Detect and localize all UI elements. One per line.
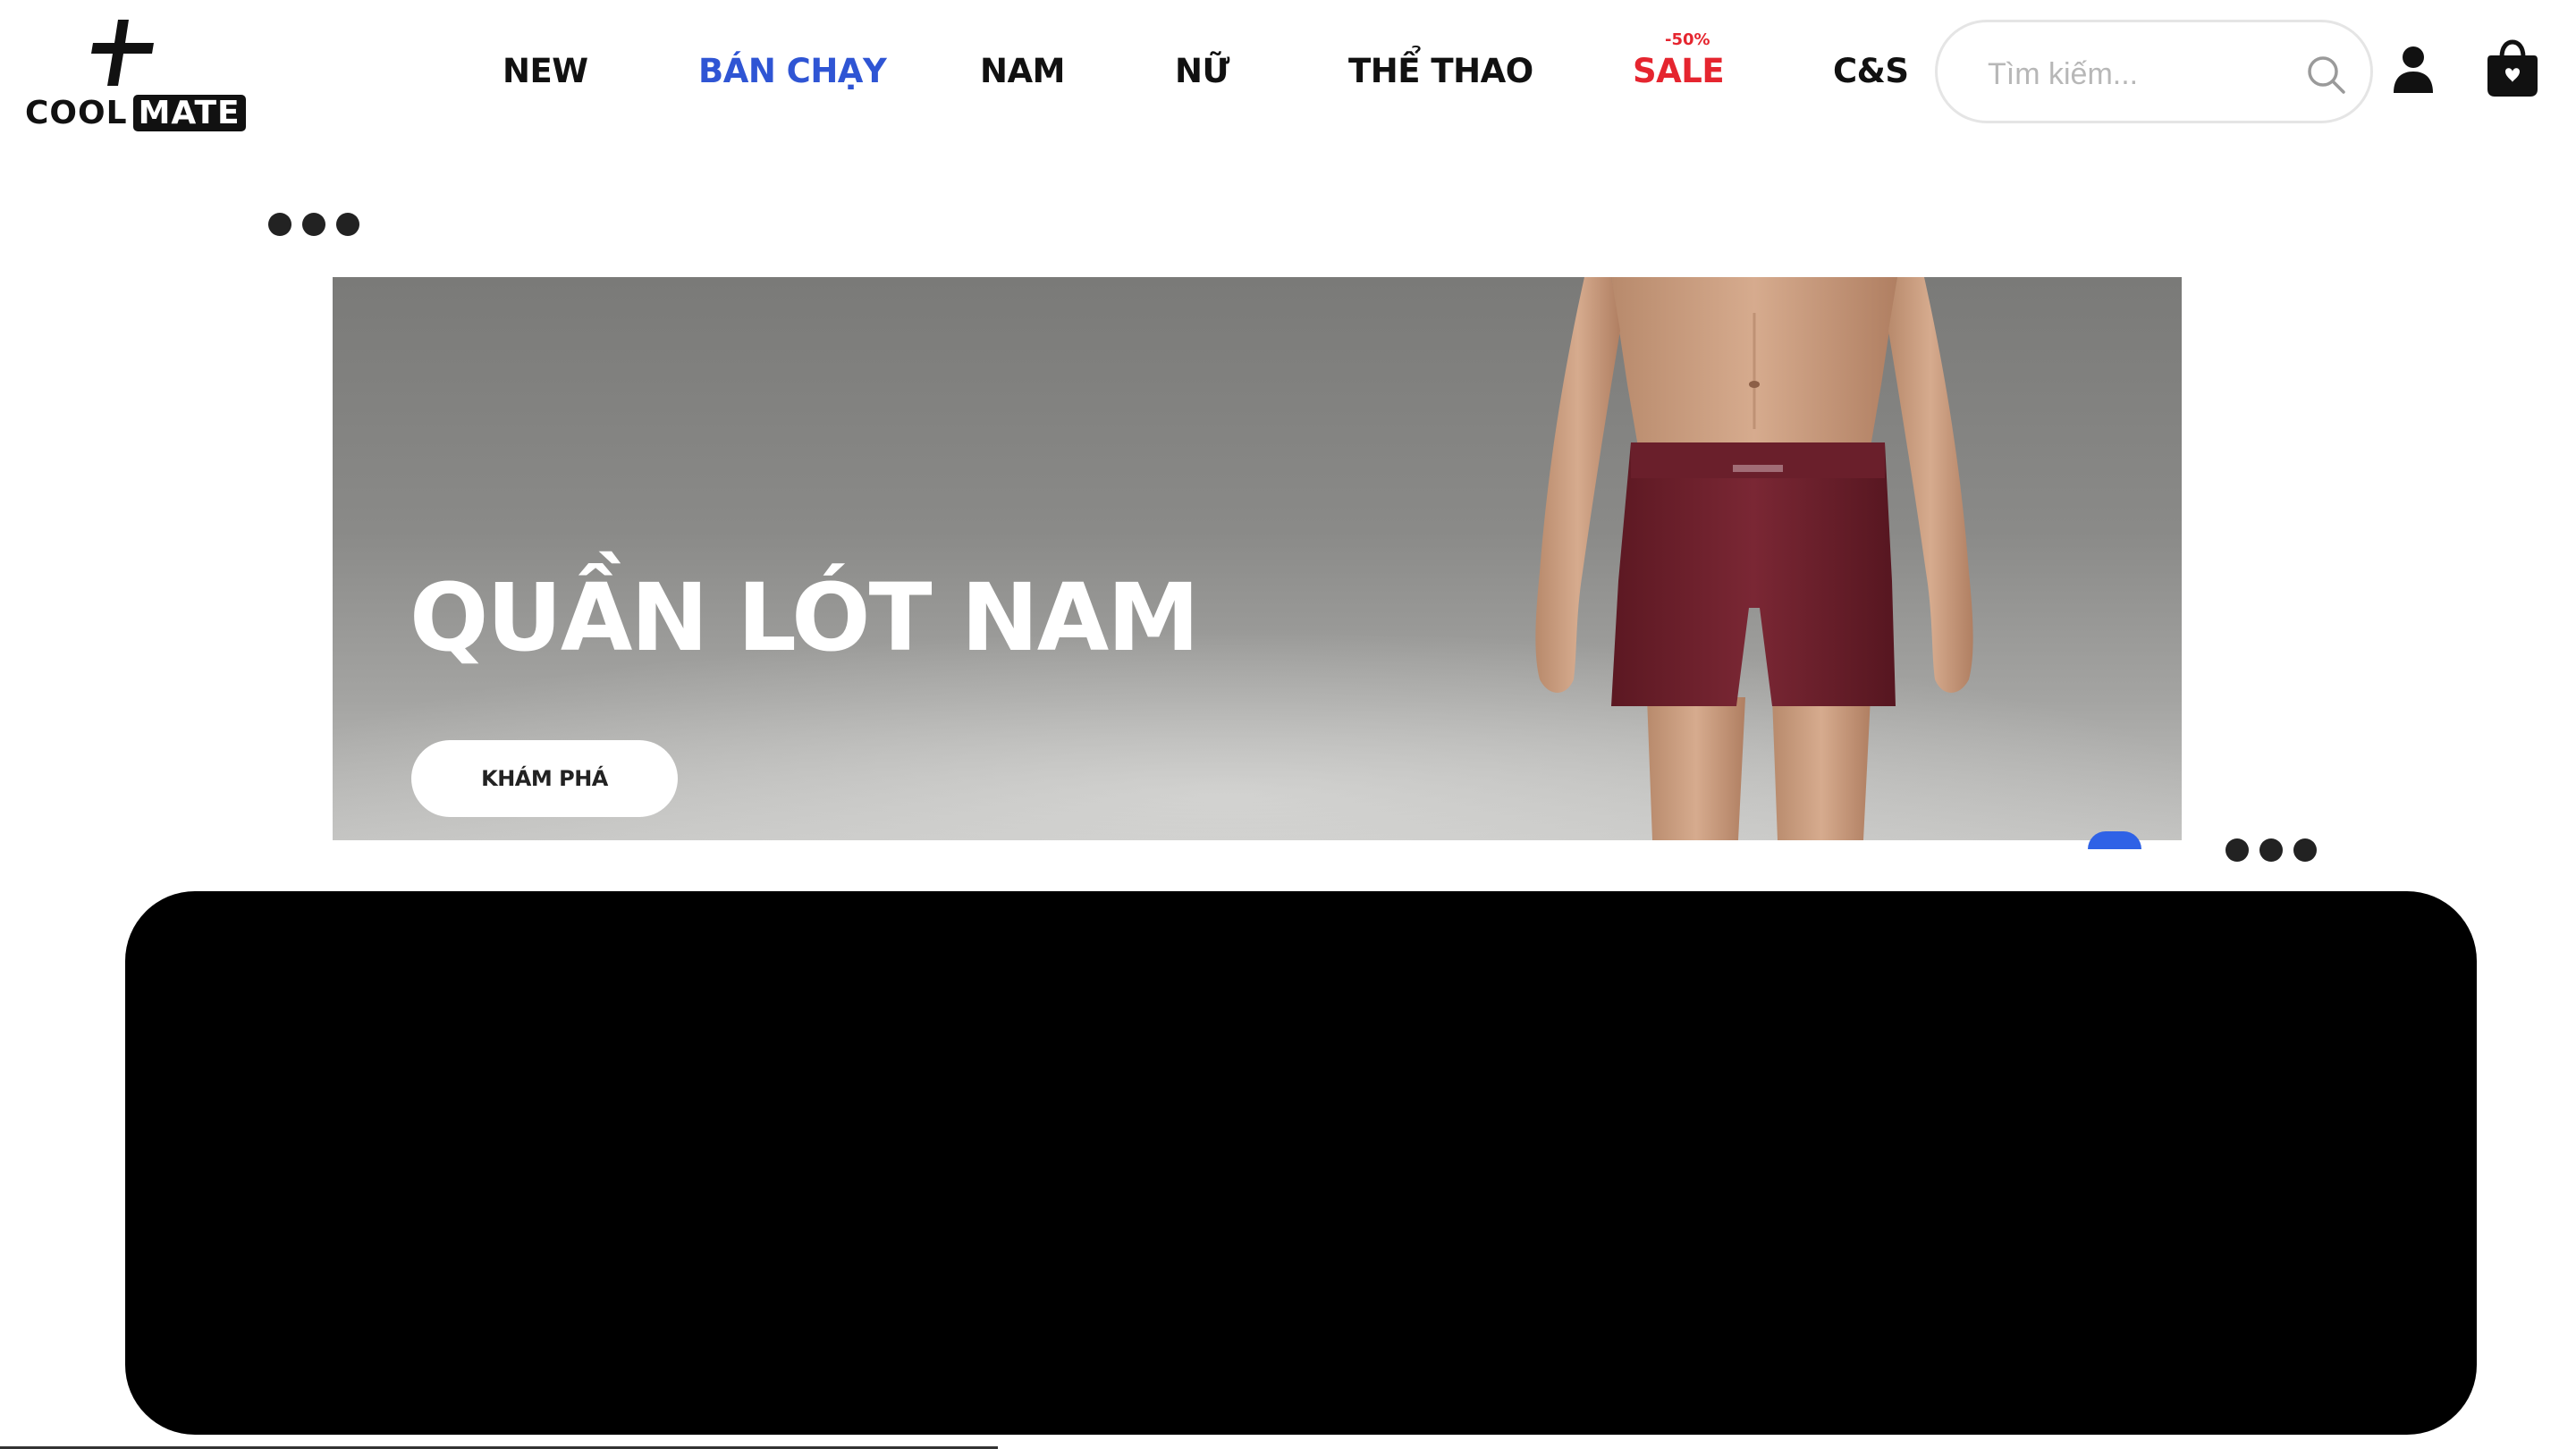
more-dots-icon[interactable] [268, 213, 359, 236]
dot [302, 213, 325, 236]
user-icon[interactable] [2392, 45, 2435, 95]
nav-item-sports[interactable]: THỂ THAO [1348, 52, 1533, 90]
banner-model-image [1535, 277, 1973, 840]
dot [268, 213, 291, 236]
explore-button[interactable]: KHÁM PHÁ [411, 740, 678, 817]
search-input[interactable] [1986, 47, 2290, 101]
main-nav: NEW BÁN CHẠY NAM NỮ THỂ THAO -50% SALE C… [0, 0, 1967, 143]
nav-item-best-seller[interactable]: BÁN CHẠY [698, 52, 887, 90]
shopping-bag-icon[interactable] [2486, 39, 2539, 98]
dot [2293, 838, 2317, 862]
site-header: COOL MATE NEW BÁN CHẠY NAM NỮ THỂ THAO -… [0, 0, 2576, 143]
nav-item-cs[interactable]: C&S [1833, 52, 1909, 90]
banner-title: QUẦN LÓT NAM [410, 563, 1200, 672]
search-icon[interactable] [2304, 53, 2347, 96]
chat-bubble-icon[interactable] [2088, 831, 2141, 849]
nav-item-sale[interactable]: SALE [1633, 52, 1725, 90]
hero-banner[interactable]: QUẦN LÓT NAM KHÁM PHÁ [333, 277, 2182, 840]
more-dots-icon[interactable] [2225, 838, 2317, 862]
dot [336, 213, 359, 236]
nav-item-women[interactable]: NỮ [1175, 52, 1229, 90]
nav-item-new[interactable]: NEW [503, 52, 588, 90]
content-panel [125, 891, 2477, 1435]
dot [2225, 838, 2249, 862]
nav-item-men[interactable]: NAM [980, 52, 1065, 90]
dot [2259, 838, 2283, 862]
sale-discount-badge: -50% [1665, 30, 1710, 49]
search-box[interactable] [1935, 20, 2373, 123]
